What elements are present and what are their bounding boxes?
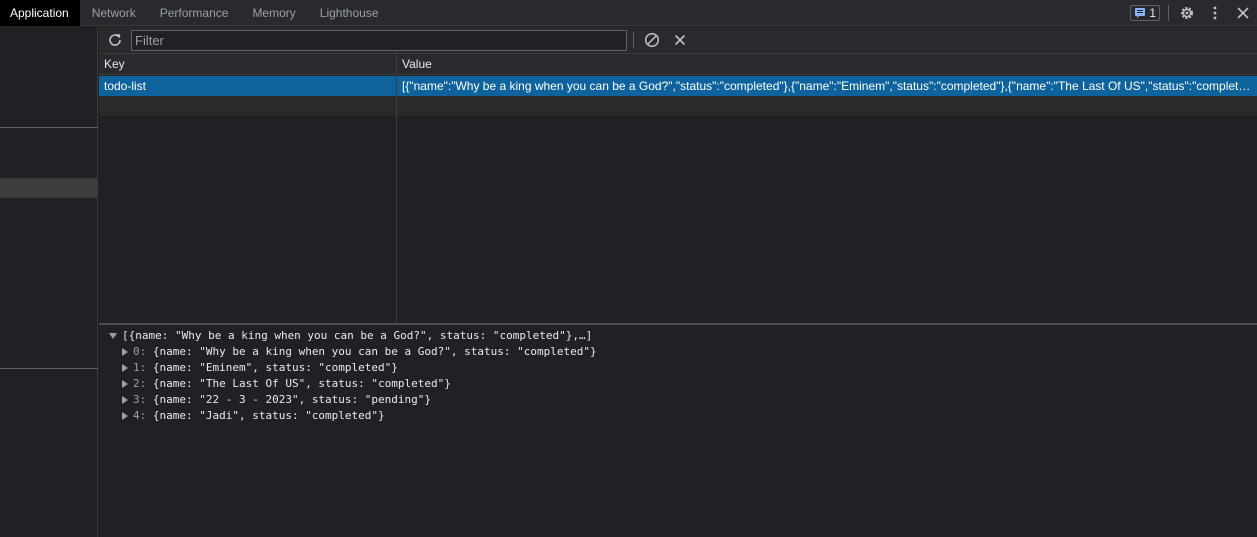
toolbar-right: 1 (1130, 0, 1257, 26)
tree-item-text: {name: "22 - 3 - 2023", status: "pending… (146, 393, 432, 406)
tree-root[interactable]: [{name: "Why be a king when you can be a… (109, 328, 592, 344)
settings-gear-icon (1181, 7, 1193, 19)
storage-table: Key Value todo-list [{"name":"Why be a k… (99, 54, 1257, 324)
toolbar-divider (1168, 5, 1169, 21)
tree-item[interactable]: 4: {name: "Jadi", status: "completed"} (122, 408, 385, 424)
row-key: todo-list (104, 79, 147, 93)
devtools-tab-bar: Application Network Performance Memory L… (0, 0, 1257, 26)
table-row-empty[interactable] (99, 96, 1257, 116)
collapsed-arrow-icon[interactable] (122, 412, 128, 420)
tree-item-index: 3: (133, 393, 147, 406)
table-row[interactable]: todo-list [{"name":"Why be a king when y… (99, 76, 1257, 96)
column-header-value[interactable]: Value (397, 54, 1257, 75)
tree-item-text: {name: "Eminem", status: "completed"} (146, 361, 398, 374)
sidebar-divider (0, 368, 98, 369)
sidebar-divider (0, 127, 98, 128)
value-preview: [{name: "Why be a king when you can be a… (99, 325, 1257, 537)
tab-memory[interactable]: Memory (240, 0, 307, 26)
collapsed-arrow-icon[interactable] (122, 364, 128, 372)
tree-item[interactable]: 0: {name: "Why be a king when you can be… (122, 344, 597, 360)
application-sidebar (0, 27, 98, 537)
tree-item[interactable]: 2: {name: "The Last Of US", status: "com… (122, 376, 451, 392)
issues-counter-button[interactable]: 1 (1130, 5, 1160, 21)
panel-tabs: Application Network Performance Memory L… (0, 0, 1257, 26)
collapsed-arrow-icon[interactable] (122, 348, 128, 356)
tree-item-text: {name: "The Last Of US", status: "comple… (146, 377, 451, 390)
collapsed-arrow-icon[interactable] (122, 380, 128, 388)
tree-item[interactable]: 1: {name: "Eminem", status: "completed"} (122, 360, 398, 376)
clear-all-button[interactable] (642, 30, 662, 50)
tab-application[interactable]: Application (0, 0, 80, 26)
toolbar-divider (633, 32, 634, 48)
storage-toolbar (99, 27, 1257, 54)
close-devtools-button[interactable] (1233, 3, 1253, 23)
close-icon (1237, 7, 1249, 19)
tab-lighthouse[interactable]: Lighthouse (308, 0, 391, 26)
settings-button[interactable] (1177, 3, 1197, 23)
expand-arrow-icon[interactable] (109, 333, 117, 339)
clear-all-icon (644, 32, 660, 48)
refresh-icon (109, 34, 121, 46)
tab-network[interactable]: Network (80, 0, 148, 26)
column-divider[interactable] (396, 54, 397, 324)
tree-item-text: {name: "Jadi", status: "completed"} (146, 409, 385, 422)
tree-item[interactable]: 3: {name: "22 - 3 - 2023", status: "pend… (122, 392, 431, 408)
tree-root-label: [{name: "Why be a king when you can be a… (122, 329, 593, 342)
more-options-button[interactable] (1205, 3, 1225, 23)
column-header-key[interactable]: Key (99, 54, 396, 75)
delete-selected-button[interactable] (670, 30, 690, 50)
tree-item-text: {name: "Why be a king when you can be a … (146, 345, 597, 358)
filter-input[interactable] (131, 29, 627, 51)
collapsed-arrow-icon[interactable] (122, 396, 128, 404)
row-value: [{"name":"Why be a king when you can be … (402, 79, 1255, 93)
tree-item-index: 2: (133, 377, 147, 390)
storage-panel: Key Value todo-list [{"name":"Why be a k… (99, 27, 1257, 537)
sidebar-selected-item[interactable] (0, 178, 98, 198)
issues-icon (1135, 8, 1146, 18)
tree-item-index: 0: (133, 345, 147, 358)
delete-selected-icon (674, 34, 686, 46)
refresh-button[interactable] (105, 30, 125, 50)
issues-count: 1 (1149, 6, 1156, 20)
tree-item-index: 4: (133, 409, 147, 422)
tab-performance[interactable]: Performance (148, 0, 241, 26)
table-header: Key Value (99, 54, 1257, 75)
tree-item-index: 1: (133, 361, 147, 374)
more-vertical-icon (1213, 6, 1217, 20)
